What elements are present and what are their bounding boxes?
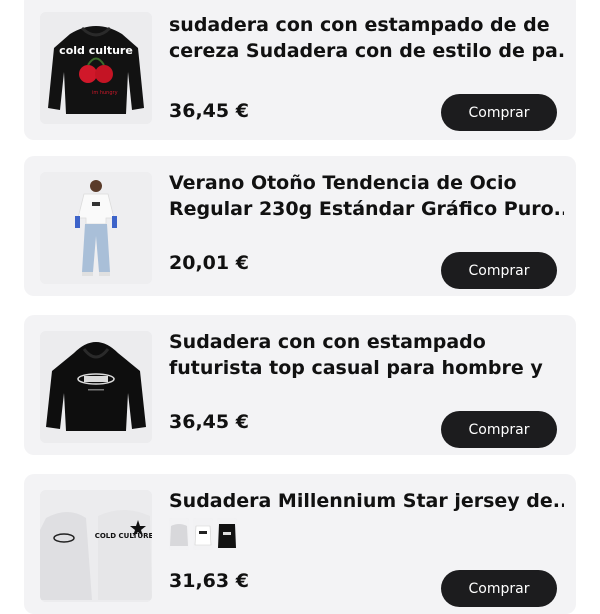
product-image[interactable]: COLD CULTURE bbox=[40, 490, 152, 602]
print-text: cold culture bbox=[59, 44, 133, 57]
product-image[interactable]: cold culture im hungry bbox=[40, 12, 152, 124]
black-hoodie-futuristic-logo-icon bbox=[40, 331, 152, 443]
product-price: 31,63 € bbox=[169, 570, 249, 592]
variant-thumbnail[interactable] bbox=[217, 518, 237, 550]
product-card[interactable]: COLD CULTURE Sudadera Millennium Star je… bbox=[24, 474, 576, 614]
black-tee-variant-icon bbox=[217, 518, 237, 550]
product-title[interactable]: Sudadera con con estampado futurista top… bbox=[169, 329, 564, 381]
product-title[interactable]: Verano Otoño Tendencia de Ocio Regular 2… bbox=[169, 170, 564, 222]
product-list: cold culture im hungry sudadera con con … bbox=[0, 0, 600, 614]
buy-button[interactable]: Comprar bbox=[441, 94, 557, 131]
product-card[interactable]: Sudadera con con estampado futurista top… bbox=[24, 315, 576, 455]
product-title[interactable]: sudadera con con estampado de de cereza … bbox=[169, 12, 564, 64]
product-image[interactable] bbox=[40, 172, 152, 284]
buy-button[interactable]: Comprar bbox=[441, 411, 557, 448]
variant-thumbnail[interactable] bbox=[193, 518, 213, 550]
product-card[interactable]: Verano Otoño Tendencia de Ocio Regular 2… bbox=[24, 156, 576, 296]
product-price: 36,45 € bbox=[169, 100, 249, 122]
model-white-tee-jeans-icon bbox=[40, 172, 152, 284]
grey-sweatshirt-variant-icon bbox=[169, 518, 189, 550]
black-hoodie-cherry-print-icon: cold culture im hungry bbox=[40, 12, 152, 124]
buy-button[interactable]: Comprar bbox=[441, 570, 557, 607]
product-image[interactable] bbox=[40, 331, 152, 443]
variant-thumbnails bbox=[169, 518, 237, 550]
variant-thumbnail[interactable] bbox=[169, 518, 189, 550]
buy-button[interactable]: Comprar bbox=[441, 252, 557, 289]
product-card[interactable]: cold culture im hungry sudadera con con … bbox=[24, 0, 576, 140]
product-price: 20,01 € bbox=[169, 252, 249, 274]
white-tee-variant-icon bbox=[193, 518, 213, 550]
print-text: COLD CULTURE bbox=[95, 532, 152, 540]
svg-text:im hungry: im hungry bbox=[92, 90, 118, 96]
product-price: 36,45 € bbox=[169, 411, 249, 433]
grey-sweatshirt-star-print-icon: COLD CULTURE bbox=[40, 490, 152, 602]
product-title[interactable]: Sudadera Millennium Star jersey de... bbox=[169, 488, 564, 514]
